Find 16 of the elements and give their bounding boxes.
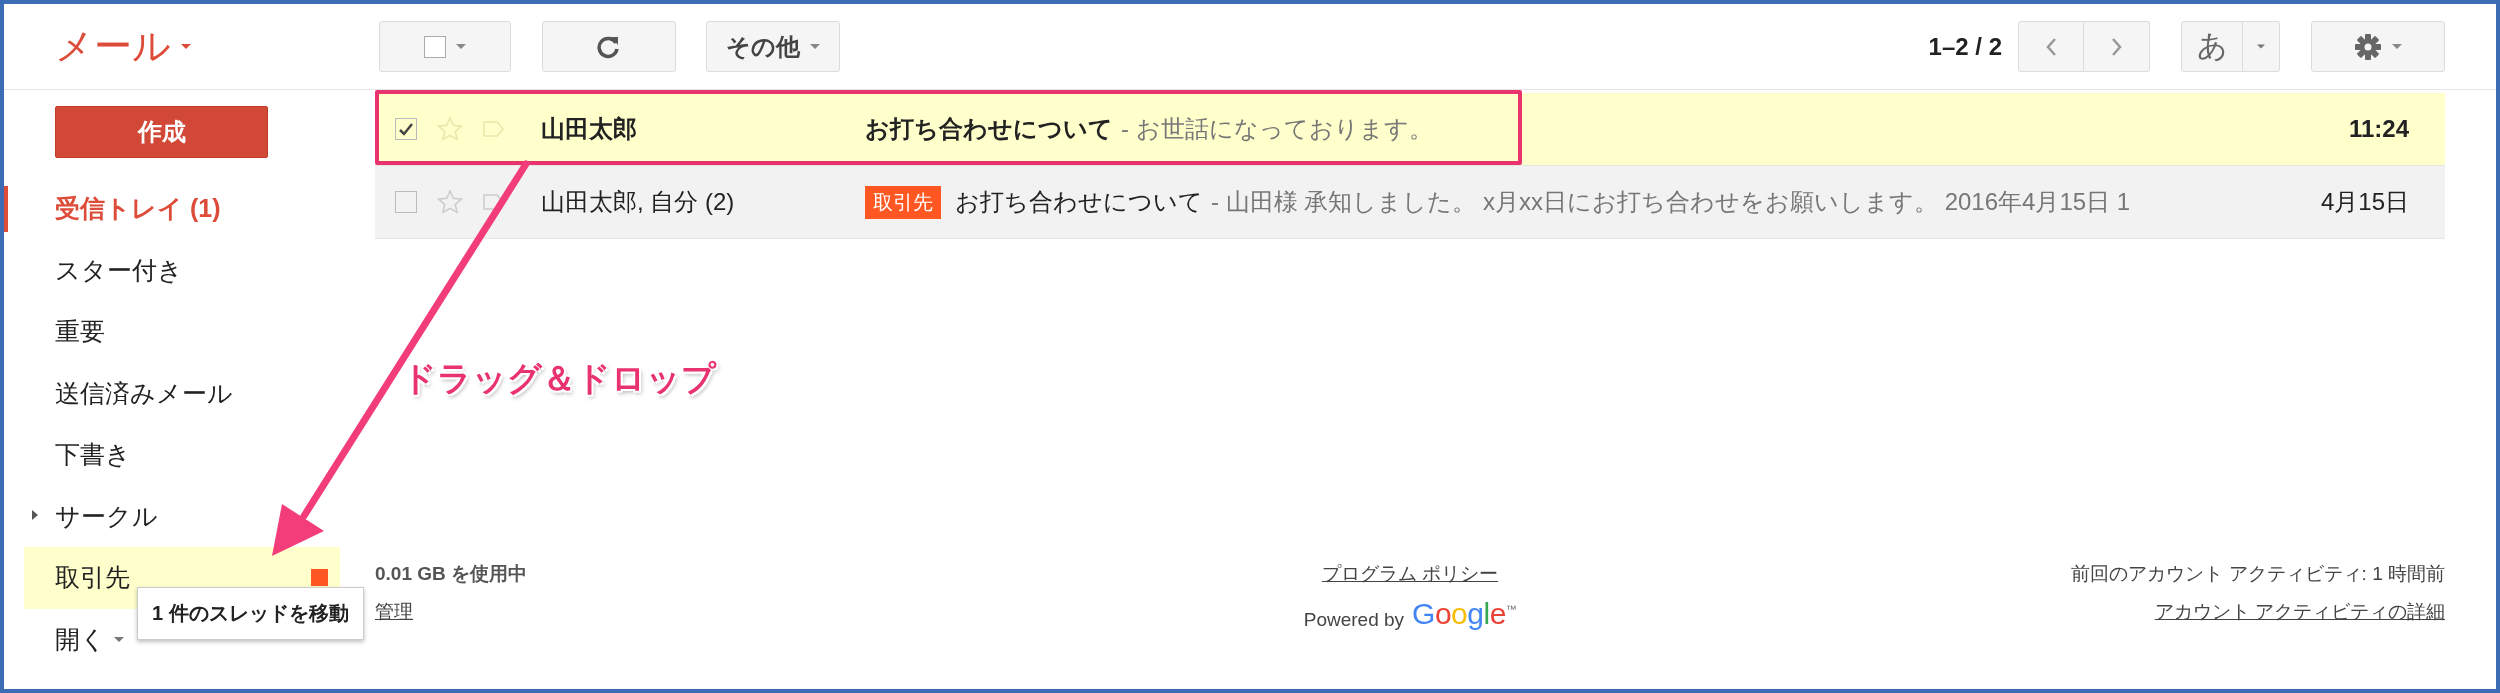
google-logo: Google$^{™}$ [1412, 597, 1517, 631]
snippet: - お世話になっております。 [1121, 114, 1433, 144]
last-activity: 前回のアカウント アクティビティ: 1 時間前 [2071, 562, 2445, 586]
powered-by-text: Powered by [1303, 609, 1405, 631]
time: 11:24 [2347, 115, 2410, 143]
time: 4月15日 [2319, 187, 2410, 217]
annotation-caption: ドラッグ＆ドロップ [402, 357, 716, 400]
snippet: - 山田様 承知しました。 x月xx日にお打ち合わせをお願いします。 2016年4月15日 1 [1211, 187, 2131, 217]
subject: お打ち合わせについて [955, 187, 1203, 217]
subject: お打ち合わせについて [865, 114, 1113, 144]
sender: 山田太郎 [541, 114, 638, 144]
sender: 山田太郎, 自分 (2) [541, 187, 736, 217]
label-tag: 取引先 [865, 185, 941, 219]
drag-tooltip: 1 件のスレッドを移動 [137, 587, 364, 640]
page-range: 1–2 / 2 [1928, 32, 2002, 61]
storage-usage: 0.01 GB を使用中 [375, 562, 529, 586]
